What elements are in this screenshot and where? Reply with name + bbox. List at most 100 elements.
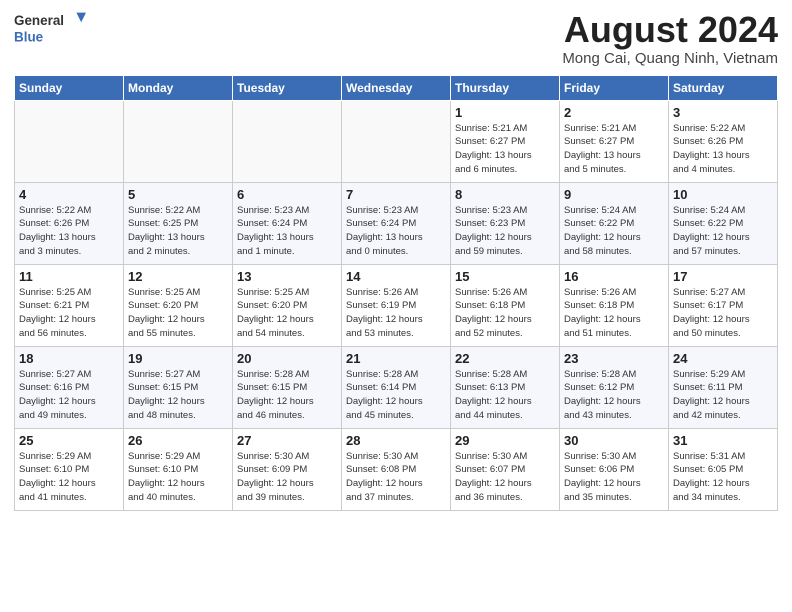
day-number: 10 [673,187,773,202]
header-tuesday: Tuesday [233,75,342,100]
header-sunday: Sunday [15,75,124,100]
calendar-cell: 3 Sunrise: 5:22 AM Sunset: 6:26 PM Daylig… [669,100,778,182]
day-info: Sunrise: 5:24 AM Sunset: 6:22 PM Dayligh… [564,204,664,259]
day-info: Sunrise: 5:28 AM Sunset: 6:12 PM Dayligh… [564,368,664,423]
calendar-subtitle: Mong Cai, Quang Ninh, Vietnam [562,50,778,67]
day-info: Sunrise: 5:25 AM Sunset: 6:20 PM Dayligh… [128,286,228,341]
day-number: 31 [673,433,773,448]
day-number: 20 [237,351,337,366]
calendar-cell [342,100,451,182]
day-number: 2 [564,105,664,120]
day-number: 25 [19,433,119,448]
day-info: Sunrise: 5:21 AM Sunset: 6:27 PM Dayligh… [564,122,664,177]
day-number: 8 [455,187,555,202]
calendar-cell: 30 Sunrise: 5:30 AM Sunset: 6:06 PM Dayli… [560,428,669,510]
calendar-cell: 20 Sunrise: 5:28 AM Sunset: 6:15 PM Dayli… [233,346,342,428]
weekday-header-row: Sunday Monday Tuesday Wednesday Thursday… [15,75,778,100]
day-number: 28 [346,433,446,448]
calendar-cell: 16 Sunrise: 5:26 AM Sunset: 6:18 PM Dayli… [560,264,669,346]
day-info: Sunrise: 5:26 AM Sunset: 6:18 PM Dayligh… [455,286,555,341]
calendar-cell: 26Sunrise: 5:29 AM Sunset: 6:10 PM Dayli… [124,428,233,510]
header-thursday: Thursday [451,75,560,100]
calendar-cell: 5Sunrise: 5:22 AM Sunset: 6:25 PM Daylig… [124,182,233,264]
day-info: Sunrise: 5:22 AM Sunset: 6:26 PM Dayligh… [19,204,119,259]
day-info: Sunrise: 5:23 AM Sunset: 6:23 PM Dayligh… [455,204,555,259]
day-number: 12 [128,269,228,284]
day-number: 13 [237,269,337,284]
day-info: Sunrise: 5:29 AM Sunset: 6:11 PM Dayligh… [673,368,773,423]
day-number: 15 [455,269,555,284]
day-info: Sunrise: 5:27 AM Sunset: 6:15 PM Dayligh… [128,368,228,423]
day-info: Sunrise: 5:28 AM Sunset: 6:15 PM Dayligh… [237,368,337,423]
day-info: Sunrise: 5:26 AM Sunset: 6:19 PM Dayligh… [346,286,446,341]
week-row-0: 1 Sunrise: 5:21 AM Sunset: 6:27 PM Daylig… [15,100,778,182]
header-monday: Monday [124,75,233,100]
title-block: August 2024 Mong Cai, Quang Ninh, Vietna… [562,10,778,67]
day-info: Sunrise: 5:28 AM Sunset: 6:14 PM Dayligh… [346,368,446,423]
logo-icon: General Blue [14,10,86,46]
calendar-cell: 4 Sunrise: 5:22 AM Sunset: 6:26 PM Daylig… [15,182,124,264]
calendar-cell: 9 Sunrise: 5:24 AM Sunset: 6:22 PM Daylig… [560,182,669,264]
calendar-cell: 10 Sunrise: 5:24 AM Sunset: 6:22 PM Dayli… [669,182,778,264]
calendar-cell: 28 Sunrise: 5:30 AM Sunset: 6:08 PM Dayli… [342,428,451,510]
day-number: 1 [455,105,555,120]
day-info: Sunrise: 5:26 AM Sunset: 6:18 PM Dayligh… [564,286,664,341]
day-number: 30 [564,433,664,448]
day-info: Sunrise: 5:29 AM Sunset: 6:10 PM Dayligh… [128,450,228,505]
calendar-cell: 25 Sunrise: 5:29 AM Sunset: 6:10 PM Dayli… [15,428,124,510]
day-number: 9 [564,187,664,202]
calendar-cell: 13 Sunrise: 5:25 AM Sunset: 6:20 PM Dayli… [233,264,342,346]
calendar-table: Sunday Monday Tuesday Wednesday Thursday… [14,75,778,511]
day-info: Sunrise: 5:29 AM Sunset: 6:10 PM Dayligh… [19,450,119,505]
calendar-cell: 6 Sunrise: 5:23 AM Sunset: 6:24 PM Daylig… [233,182,342,264]
day-info: Sunrise: 5:28 AM Sunset: 6:13 PM Dayligh… [455,368,555,423]
day-info: Sunrise: 5:30 AM Sunset: 6:09 PM Dayligh… [237,450,337,505]
header-wednesday: Wednesday [342,75,451,100]
calendar-cell: 22 Sunrise: 5:28 AM Sunset: 6:13 PM Dayli… [451,346,560,428]
day-info: Sunrise: 5:27 AM Sunset: 6:17 PM Dayligh… [673,286,773,341]
calendar-cell: 31 Sunrise: 5:31 AM Sunset: 6:05 PM Dayli… [669,428,778,510]
calendar-cell: 29 Sunrise: 5:30 AM Sunset: 6:07 PM Dayli… [451,428,560,510]
calendar-cell: 27 Sunrise: 5:30 AM Sunset: 6:09 PM Dayli… [233,428,342,510]
day-info: Sunrise: 5:24 AM Sunset: 6:22 PM Dayligh… [673,204,773,259]
page: General Blue August 2024 Mong Cai, Quang… [0,0,792,612]
day-info: Sunrise: 5:25 AM Sunset: 6:21 PM Dayligh… [19,286,119,341]
day-info: Sunrise: 5:22 AM Sunset: 6:26 PM Dayligh… [673,122,773,177]
day-info: Sunrise: 5:31 AM Sunset: 6:05 PM Dayligh… [673,450,773,505]
calendar-title: August 2024 [562,10,778,50]
day-number: 18 [19,351,119,366]
day-number: 19 [128,351,228,366]
day-number: 21 [346,351,446,366]
day-info: Sunrise: 5:25 AM Sunset: 6:20 PM Dayligh… [237,286,337,341]
calendar-cell: 18 Sunrise: 5:27 AM Sunset: 6:16 PM Dayli… [15,346,124,428]
day-info: Sunrise: 5:23 AM Sunset: 6:24 PM Dayligh… [346,204,446,259]
calendar-cell [124,100,233,182]
calendar-cell: 1 Sunrise: 5:21 AM Sunset: 6:27 PM Daylig… [451,100,560,182]
day-number: 4 [19,187,119,202]
week-row-4: 25 Sunrise: 5:29 AM Sunset: 6:10 PM Dayli… [15,428,778,510]
header-saturday: Saturday [669,75,778,100]
day-info: Sunrise: 5:23 AM Sunset: 6:24 PM Dayligh… [237,204,337,259]
day-number: 29 [455,433,555,448]
day-number: 23 [564,351,664,366]
calendar-cell [15,100,124,182]
svg-text:Blue: Blue [14,29,44,44]
day-info: Sunrise: 5:27 AM Sunset: 6:16 PM Dayligh… [19,368,119,423]
day-info: Sunrise: 5:30 AM Sunset: 6:06 PM Dayligh… [564,450,664,505]
day-number: 27 [237,433,337,448]
day-info: Sunrise: 5:30 AM Sunset: 6:08 PM Dayligh… [346,450,446,505]
day-number: 3 [673,105,773,120]
svg-text:General: General [14,13,64,28]
day-number: 6 [237,187,337,202]
calendar-cell: 12 Sunrise: 5:25 AM Sunset: 6:20 PM Dayli… [124,264,233,346]
day-number: 17 [673,269,773,284]
day-info: Sunrise: 5:21 AM Sunset: 6:27 PM Dayligh… [455,122,555,177]
calendar-cell: 24Sunrise: 5:29 AM Sunset: 6:11 PM Dayli… [669,346,778,428]
calendar-cell: 8 Sunrise: 5:23 AM Sunset: 6:23 PM Daylig… [451,182,560,264]
day-number: 16 [564,269,664,284]
week-row-2: 11Sunrise: 5:25 AM Sunset: 6:21 PM Dayli… [15,264,778,346]
day-info: Sunrise: 5:30 AM Sunset: 6:07 PM Dayligh… [455,450,555,505]
calendar-cell: 11Sunrise: 5:25 AM Sunset: 6:21 PM Dayli… [15,264,124,346]
calendar-cell: 15 Sunrise: 5:26 AM Sunset: 6:18 PM Dayli… [451,264,560,346]
day-number: 22 [455,351,555,366]
